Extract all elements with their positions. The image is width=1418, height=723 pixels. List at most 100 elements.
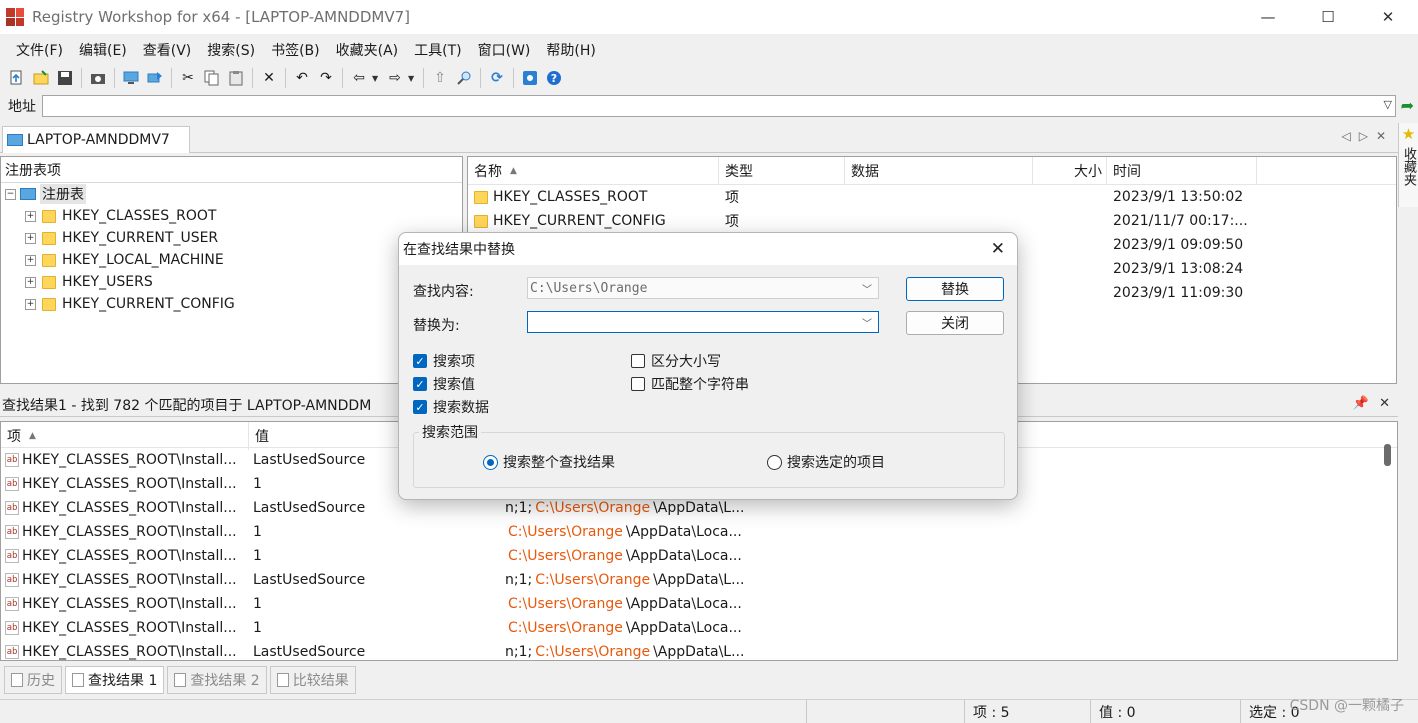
tree-item[interactable]: + HKEY_CLASSES_ROOT	[1, 205, 462, 227]
snapshot-icon[interactable]	[87, 67, 109, 89]
go-arrow-icon[interactable]: ➦	[1401, 96, 1414, 115]
search-values-checkbox[interactable]: ✓ 搜索值	[413, 374, 475, 394]
match-case-checkbox[interactable]: 区分大小写	[631, 351, 721, 371]
copy-icon[interactable]	[201, 67, 223, 89]
menu-view[interactable]: 查看(V)	[135, 38, 200, 62]
match-highlight: C:\Users\Orange	[508, 620, 623, 636]
redo-icon[interactable]: ↷	[315, 67, 337, 89]
find-combo[interactable]: C:\Users\Orange ﹀	[527, 277, 879, 299]
close-button[interactable]: 关闭	[906, 311, 1004, 335]
menu-search[interactable]: 搜索(S)	[199, 38, 263, 62]
search-data-checkbox[interactable]: ✓ 搜索数据	[413, 397, 489, 417]
chevron-down-icon[interactable]: ﹀	[862, 281, 872, 296]
connect-remote-icon[interactable]	[144, 67, 166, 89]
table-row[interactable]: ab HKEY_CLASSES_ROOT\Install... 1 C:\Users\…	[1, 616, 1397, 640]
collapse-icon[interactable]: −	[5, 188, 16, 200]
list-item[interactable]: HKEY_CURRENT_CONFIG 项 2021/11/7 00:17:..…	[468, 209, 1396, 233]
table-row[interactable]: ab HKEY_CLASSES_ROOT\Install... 1 C:\Users\…	[1, 592, 1397, 616]
table-row[interactable]: ab HKEY_CLASSES_ROOT\Install... 1 C:\Users\…	[1, 544, 1397, 568]
expand-icon[interactable]: +	[25, 232, 36, 244]
settings-icon[interactable]	[519, 67, 541, 89]
menu-tools[interactable]: 工具(T)	[406, 38, 469, 62]
expand-icon[interactable]: +	[25, 254, 36, 266]
find-icon[interactable]	[453, 67, 475, 89]
cut-icon[interactable]: ✂	[177, 67, 199, 89]
radio-unselected-icon	[767, 454, 782, 470]
close-results-icon[interactable]: ✕	[1379, 396, 1390, 411]
close-icon[interactable]: ✕	[991, 239, 1005, 259]
tree-item[interactable]: + HKEY_CURRENT_CONFIG	[1, 293, 462, 315]
tab-prev-icon[interactable]: ◁	[1341, 129, 1350, 143]
tree-item[interactable]: + HKEY_USERS	[1, 271, 462, 293]
delete-icon[interactable]: ✕	[258, 67, 280, 89]
open-icon[interactable]	[30, 67, 52, 89]
checkbox-unchecked-icon	[631, 354, 645, 368]
expand-icon[interactable]: +	[25, 210, 36, 222]
help-icon[interactable]: ?	[543, 67, 565, 89]
refresh-icon[interactable]: ⟳	[486, 67, 508, 89]
column-time[interactable]: 时间	[1107, 157, 1257, 185]
column-name[interactable]: 名称 ▲	[468, 157, 719, 185]
tab-next-icon[interactable]: ▷	[1359, 129, 1368, 143]
table-row[interactable]: ab HKEY_CLASSES_ROOT\Install... LastUsedSo…	[1, 640, 1397, 660]
menu-help[interactable]: 帮助(H)	[538, 38, 603, 62]
close-window-button[interactable]: ✕	[1358, 0, 1418, 34]
list-item[interactable]: HKEY_CLASSES_ROOT 项 2023/9/1 13:50:02	[468, 185, 1396, 209]
minimize-button[interactable]: —	[1238, 0, 1298, 34]
column-size[interactable]: 大小	[1033, 157, 1107, 185]
menu-favorites[interactable]: 收藏夹(A)	[328, 38, 407, 62]
whole-string-checkbox[interactable]: 匹配整个字符串	[631, 374, 749, 394]
forward-dropdown-icon[interactable]: ▼	[408, 74, 418, 83]
tree-item[interactable]: + HKEY_LOCAL_MACHINE	[1, 249, 462, 271]
forward-icon[interactable]: ⇨	[384, 67, 406, 89]
column-data[interactable]: 数据	[845, 157, 1033, 185]
watermark: CSDN @一颗橘子	[1289, 698, 1404, 714]
tab-compare-results[interactable]: 比较结果	[269, 666, 356, 694]
back-dropdown-icon[interactable]: ▼	[372, 74, 382, 83]
tab-find-results-2[interactable]: 查找结果 2	[167, 666, 267, 694]
favorites-sidebar[interactable]: ★ 收藏夹	[1398, 123, 1418, 207]
menu-bookmarks[interactable]: 书签(B)	[263, 38, 328, 62]
scrollbar-thumb[interactable]	[1384, 444, 1391, 466]
result-item: HKEY_CLASSES_ROOT\Install...	[22, 620, 237, 636]
replace-button[interactable]: 替换	[906, 277, 1004, 301]
paste-icon[interactable]	[225, 67, 247, 89]
column-type[interactable]: 类型	[719, 157, 845, 185]
scope-all-radio[interactable]: 搜索整个查找结果	[483, 452, 615, 472]
tree-root[interactable]: − 注册表	[1, 183, 462, 205]
window-title: Registry Workshop for x64 - [LAPTOP-AMND…	[32, 8, 411, 26]
menu-file[interactable]: 文件(F)	[8, 38, 71, 62]
menu-edit[interactable]: 编辑(E)	[71, 38, 135, 62]
match-highlight: C:\Users\Orange	[535, 500, 651, 516]
replace-combo[interactable]: ﹀	[527, 311, 879, 333]
folder-icon	[42, 209, 56, 223]
search-keys-checkbox[interactable]: ✓ 搜索项	[413, 351, 475, 371]
import-icon[interactable]	[6, 67, 28, 89]
tree-item[interactable]: + HKEY_CURRENT_USER	[1, 227, 462, 249]
result-value: 1	[253, 620, 262, 636]
menu-window[interactable]: 窗口(W)	[470, 38, 539, 62]
match-highlight: C:\Users\Orange	[535, 572, 651, 588]
tab-close-icon[interactable]: ✕	[1376, 129, 1386, 143]
undo-icon[interactable]: ↶	[291, 67, 313, 89]
tab-laptop[interactable]: LAPTOP-AMNDDMV7	[2, 126, 190, 153]
tab-history[interactable]: 历史	[4, 666, 62, 694]
back-icon[interactable]: ⇦	[348, 67, 370, 89]
chevron-down-icon[interactable]: ﹀	[862, 315, 872, 330]
address-input[interactable]	[42, 95, 1396, 117]
pin-icon[interactable]: 📌	[1353, 396, 1369, 411]
column-item[interactable]: 项 ▲	[1, 422, 249, 450]
address-dropdown-icon[interactable]: ▽	[1384, 98, 1392, 111]
expand-icon[interactable]: +	[25, 298, 36, 310]
table-row[interactable]: ab HKEY_CLASSES_ROOT\Install... LastUsedSo…	[1, 568, 1397, 592]
up-level-icon[interactable]: ⇧	[429, 67, 451, 89]
scope-selected-radio[interactable]: 搜索选定的项目	[767, 452, 885, 472]
tab-find-results-1[interactable]: 查找结果 1	[65, 666, 165, 694]
save-icon[interactable]	[54, 67, 76, 89]
computer-icon[interactable]	[120, 67, 142, 89]
expand-icon[interactable]: +	[25, 276, 36, 288]
table-row[interactable]: ab HKEY_CLASSES_ROOT\Install... 1 C:\Users\…	[1, 520, 1397, 544]
result-data: C:\Users\Orange \AppData\Loca...	[508, 620, 742, 636]
maximize-button[interactable]: ☐	[1298, 0, 1358, 34]
string-value-icon: ab	[5, 453, 19, 467]
